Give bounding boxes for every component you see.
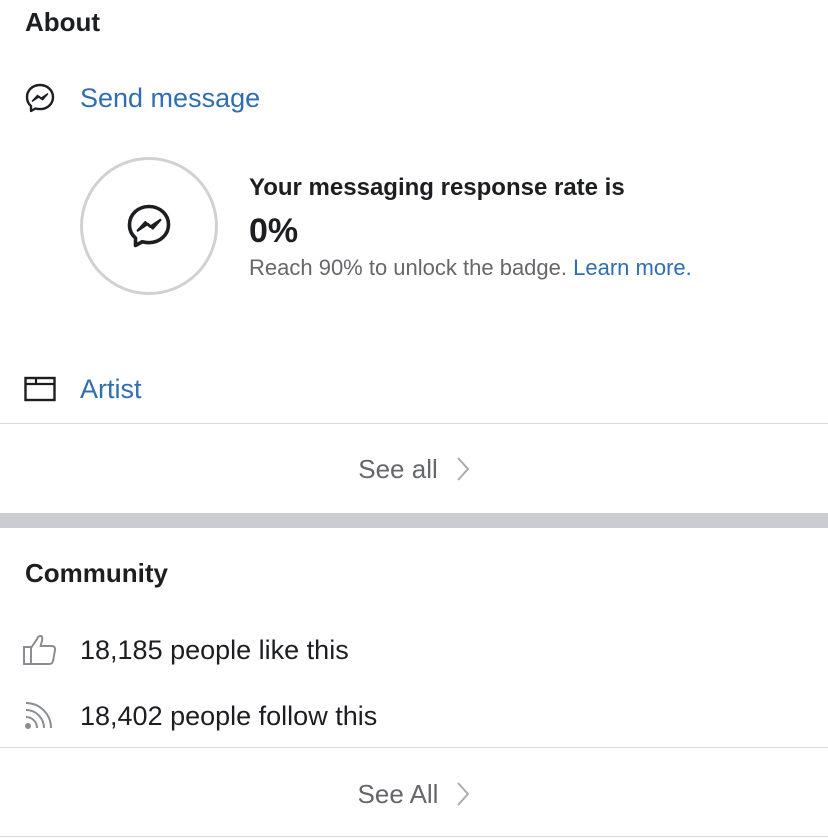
- response-rate-value: 0%: [249, 212, 299, 250]
- follows-row: 18,402 people follow this: [22, 700, 377, 732]
- thumbs-up-icon: [22, 633, 58, 667]
- community-section-title: Community: [25, 558, 168, 588]
- send-message-link[interactable]: Send message: [80, 84, 260, 112]
- category-link[interactable]: Artist: [80, 375, 142, 403]
- messenger-icon: [125, 202, 173, 250]
- send-message-row[interactable]: Send message: [24, 82, 260, 114]
- response-rate-hint-line: Reach 90% to unlock the badge. Learn mor…: [249, 257, 692, 279]
- category-folder-icon: [24, 374, 56, 404]
- likes-row: 18,185 people like this: [22, 633, 349, 667]
- response-rate-badge: [80, 157, 218, 295]
- divider: [0, 423, 828, 424]
- rss-icon: [22, 700, 58, 732]
- messenger-icon: [24, 82, 56, 114]
- see-all-label: See all: [358, 453, 438, 484]
- chevron-right-icon: [456, 456, 470, 482]
- response-rate-heading: Your messaging response rate is: [249, 174, 625, 201]
- category-row[interactable]: Artist: [24, 374, 142, 404]
- see-all-label: See All: [357, 778, 439, 809]
- about-see-all-button[interactable]: See all: [0, 447, 828, 491]
- about-section-title: About: [25, 7, 101, 37]
- likes-count-text: 18,185 people like this: [80, 634, 349, 665]
- chevron-right-icon: [456, 781, 470, 807]
- follows-count-text: 18,402 people follow this: [80, 700, 378, 731]
- divider: [0, 747, 828, 748]
- learn-more-link[interactable]: Learn more.: [573, 255, 692, 280]
- divider: [0, 836, 828, 837]
- community-see-all-button[interactable]: See All: [0, 772, 828, 816]
- response-rate-hint: Reach 90% to unlock the badge.: [249, 255, 568, 280]
- section-separator: [0, 513, 828, 528]
